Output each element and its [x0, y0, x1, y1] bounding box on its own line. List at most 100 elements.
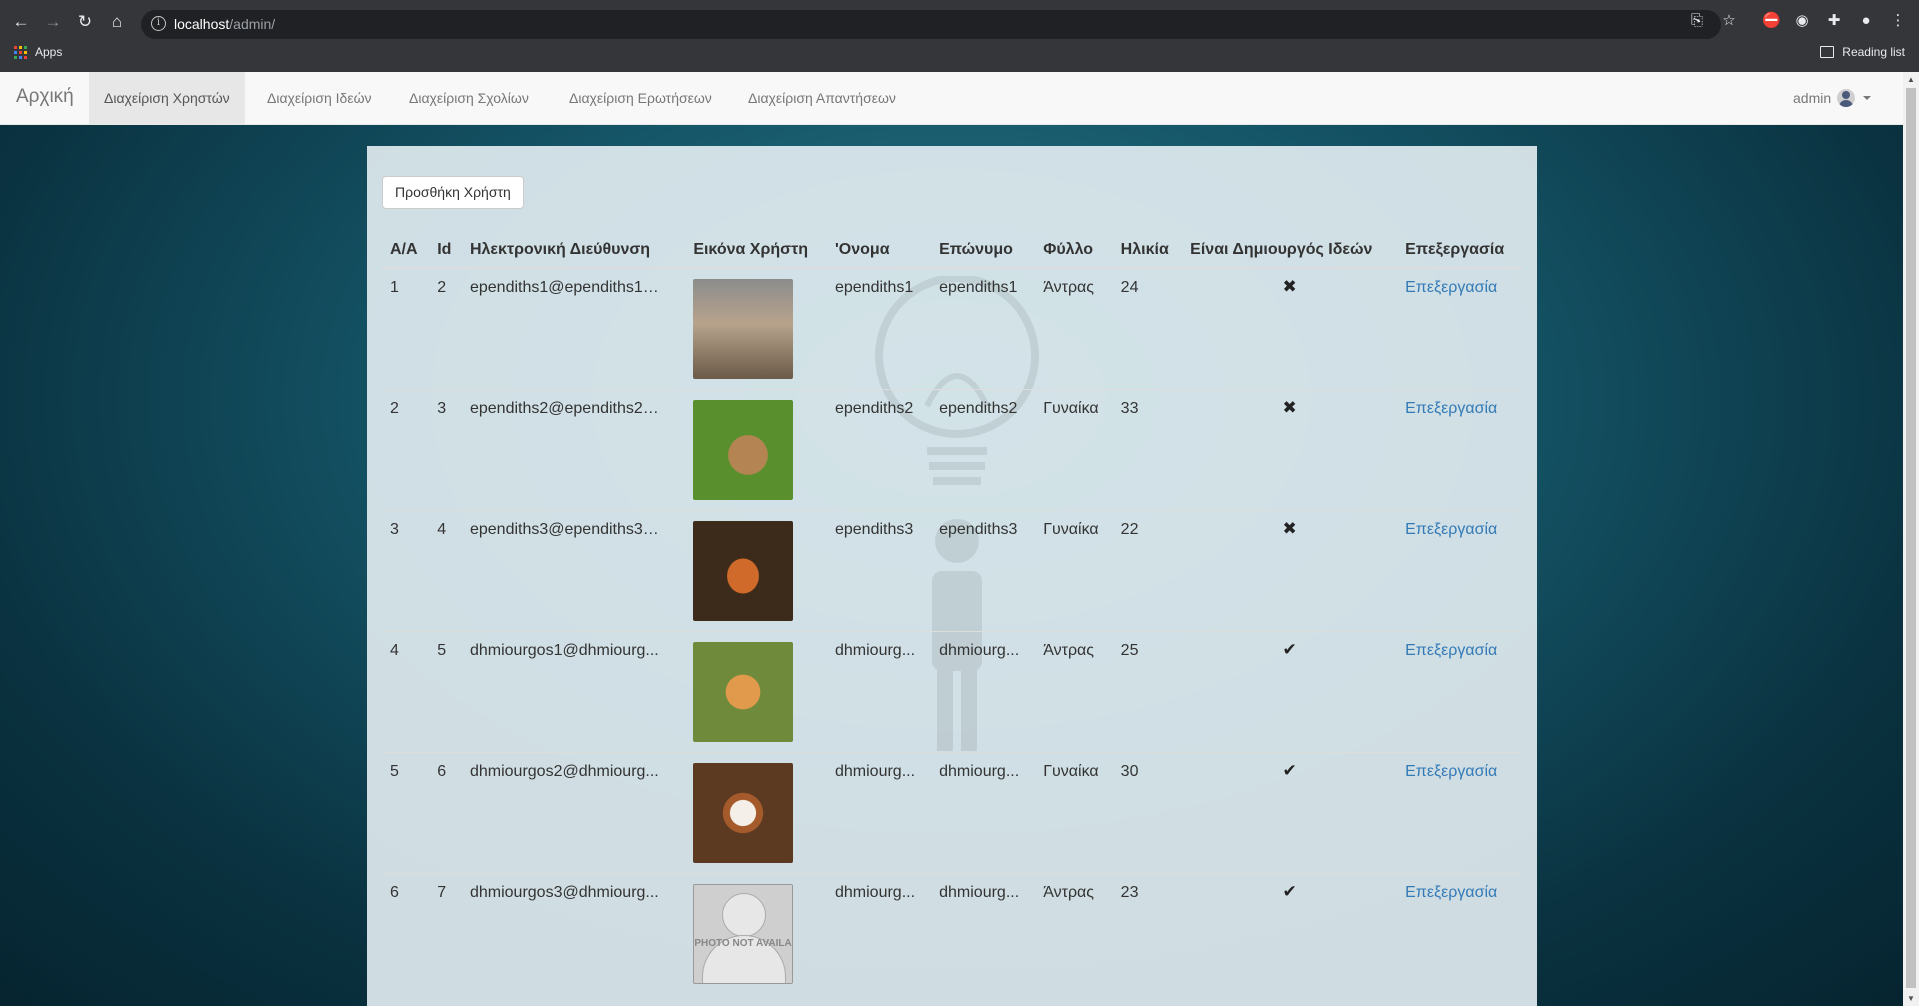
- col-first-name: 'Ονομα: [826, 232, 932, 269]
- first-name-text: dhmiourg...: [834, 642, 916, 659]
- brand-link[interactable]: Αρχική: [16, 86, 74, 108]
- menu-dots-icon[interactable]: ⋮: [1889, 12, 1907, 30]
- last-name-text: dhmiourg...: [939, 884, 1020, 901]
- cross-icon: ✖: [1182, 389, 1398, 511]
- nav-manage-comments[interactable]: Διαχείριση Σχολίων: [394, 72, 544, 124]
- cell-last-name: ependiths1: [939, 279, 1018, 296]
- user-name: admin: [1793, 90, 1832, 106]
- col-age: Ηλικία: [1112, 232, 1183, 269]
- table-header-row: A/A Id Ηλεκτρονική Διεύθυνση Εικόνα Χρήσ…: [382, 232, 1522, 269]
- apps-label: Apps: [35, 45, 63, 59]
- puzzle-icon[interactable]: ✚: [1825, 12, 1843, 30]
- cell-gender: Άντρας: [1043, 279, 1095, 296]
- cell-gender: Γυναίκα: [1035, 389, 1113, 511]
- adblock-icon[interactable]: ⛔: [1762, 12, 1781, 30]
- extension-globe-icon[interactable]: ◉: [1793, 12, 1811, 30]
- table-row: 2 3 ependiths2@ependiths2.... ependiths2…: [382, 389, 1522, 511]
- nav-manage-users[interactable]: Διαχείριση Χρηστών: [89, 72, 245, 124]
- placeholder-head: [722, 893, 767, 937]
- cell-edit: Επεξεργασία: [1397, 631, 1522, 753]
- reload-icon[interactable]: ↻: [75, 12, 95, 32]
- cell-age: 22: [1112, 510, 1183, 632]
- cell-first-name: ependiths3: [826, 510, 932, 632]
- email-text: ependiths1@ependiths1....: [469, 279, 660, 296]
- cell-gender: Άντρας: [1035, 631, 1113, 753]
- translate-icon[interactable]: ⎘: [1688, 12, 1706, 30]
- edit-link[interactable]: Επεξεργασία: [1405, 279, 1497, 296]
- page-background: Αρχική Διαχείριση Χρηστών Διαχείριση Ιδε…: [0, 72, 1903, 1006]
- cell-image: PHOTO NOT AVAILABLE: [685, 873, 827, 994]
- scroll-thumb[interactable]: [1906, 88, 1916, 988]
- col-edit: Επεξεργασία: [1397, 232, 1522, 269]
- col-id: Id: [429, 232, 462, 269]
- cell-last-name: ependiths2: [931, 389, 1036, 511]
- cell-age: 23: [1112, 873, 1183, 994]
- email-text: dhmiourgos1@dhmiourg...: [469, 642, 659, 659]
- nav-manage-answers[interactable]: Διαχείριση Απαντήσεων: [733, 72, 911, 124]
- cell-last-name: dhmiourg...: [931, 873, 1036, 994]
- cell-age: 30: [1112, 752, 1183, 874]
- edit-link[interactable]: Επεξεργασία: [1405, 763, 1497, 780]
- cell-gender: Άντρας: [1035, 873, 1113, 994]
- apps-grid-icon: [14, 45, 27, 59]
- cell-edit: Επεξεργασία: [1397, 268, 1522, 390]
- edit-link[interactable]: Επεξεργασία: [1405, 521, 1497, 538]
- cell-image: [685, 510, 827, 632]
- check-icon: ✔: [1182, 873, 1398, 994]
- cell-edit: Επεξεργασία: [1397, 510, 1522, 632]
- cell-image: [685, 268, 827, 390]
- edit-link[interactable]: Επεξεργασία: [1405, 884, 1497, 901]
- forward-arrow-icon[interactable]: →: [43, 12, 63, 32]
- page-scrollbar[interactable]: ▲ ▼: [1903, 72, 1919, 1006]
- cell-aa: 6: [382, 873, 430, 994]
- table-row: 3 4 ependiths3@ependiths3.... ependiths3…: [382, 510, 1522, 632]
- col-last-name: Επώνυμο: [931, 232, 1036, 269]
- cell-aa: 2: [382, 389, 430, 511]
- cell-id: 6: [429, 752, 462, 874]
- user-photo-kitten: [693, 642, 794, 742]
- user-menu[interactable]: admin: [1793, 72, 1872, 124]
- cell-edit: Επεξεργασία: [1397, 873, 1522, 994]
- cell-email: dhmiourgos1@dhmiourg...: [461, 631, 686, 753]
- add-user-button[interactable]: Προσθήκη Χρήστη: [382, 176, 524, 209]
- col-image: Εικόνα Χρήστη: [685, 232, 827, 269]
- cell-age: 24: [1120, 279, 1139, 296]
- cell-aa: 4: [382, 631, 430, 753]
- cross-icon: ✖: [1182, 510, 1398, 632]
- email-text: ependiths3@ependiths3....: [469, 521, 660, 538]
- col-aa: A/A: [382, 232, 430, 269]
- table-row: 5 6 dhmiourgos2@dhmiourg... dhmiourg... …: [382, 752, 1522, 874]
- star-icon[interactable]: ☆: [1720, 12, 1738, 30]
- placeholder-text: PHOTO NOT AVAILABLE: [694, 938, 792, 949]
- nav-manage-ideas[interactable]: Διαχείριση Ιδεών: [252, 72, 387, 124]
- address-bar[interactable]: i localhost/admin/: [141, 10, 1721, 39]
- first-name-text: dhmiourg...: [834, 763, 916, 780]
- cross-icon: ✖: [1282, 277, 1297, 296]
- cell-gender: Γυναίκα: [1035, 752, 1113, 874]
- last-name-text: dhmiourg...: [939, 763, 1020, 780]
- col-is-creator: Είναι Δημιουργός Ιδεών: [1182, 232, 1398, 269]
- cell-aa: 5: [382, 752, 430, 874]
- cell-id: 7: [429, 873, 462, 994]
- cell-edit: Επεξεργασία: [1397, 752, 1522, 874]
- cell-email: ependiths3@ependiths3....: [461, 510, 686, 632]
- reading-list-button[interactable]: Reading list: [1820, 45, 1905, 59]
- cell-edit: Επεξεργασία: [1397, 389, 1522, 511]
- cell-image: [685, 389, 827, 511]
- back-arrow-icon[interactable]: ←: [11, 12, 31, 32]
- user-photo-rabbit: [693, 400, 794, 500]
- user-photo-tiger-cub: [693, 279, 794, 379]
- cell-first-name: dhmiourg...: [826, 631, 932, 753]
- email-text: dhmiourgos2@dhmiourg...: [469, 763, 659, 780]
- edit-link[interactable]: Επεξεργασία: [1405, 642, 1497, 659]
- info-icon[interactable]: i: [151, 16, 166, 31]
- apps-bookmark[interactable]: Apps: [14, 45, 62, 59]
- home-icon[interactable]: ⌂: [107, 12, 127, 32]
- nav-manage-questions[interactable]: Διαχείριση Ερωτήσεων: [554, 72, 727, 124]
- table-row: 4 5 dhmiourgos1@dhmiourg... dhmiourg... …: [382, 631, 1522, 753]
- edit-link[interactable]: Επεξεργασία: [1405, 400, 1497, 417]
- scroll-up-icon[interactable]: ▲: [1907, 75, 1915, 84]
- profile-icon[interactable]: ●: [1857, 12, 1875, 30]
- scroll-down-icon[interactable]: ▼: [1907, 994, 1915, 1003]
- cell-last-name: dhmiourg...: [931, 752, 1036, 874]
